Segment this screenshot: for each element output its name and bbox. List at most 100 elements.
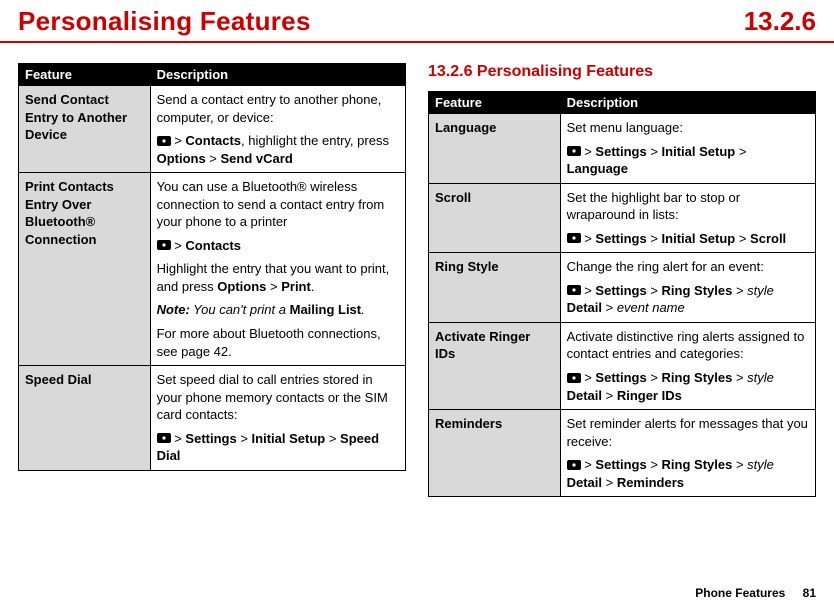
gt: >: [266, 279, 281, 294]
feature-name: Activate Ringer IDs: [429, 322, 561, 409]
menu-path: > Settings > Initial Setup > Speed Dial: [157, 430, 399, 465]
menu-item: Send vCard: [221, 151, 293, 166]
center-key-icon: [157, 433, 171, 443]
feature-name: Send Contact Entry to Another Device: [19, 86, 151, 173]
gt: >: [732, 370, 747, 385]
th-feature: Feature: [19, 64, 151, 86]
menu-item: Options: [157, 151, 206, 166]
center-key-icon: [157, 136, 171, 146]
desc-text: Activate distinctive ring alerts assigne…: [567, 328, 809, 363]
feature-desc: Set reminder alerts for messages that yo…: [560, 410, 815, 497]
menu-path: > Contacts: [157, 237, 399, 255]
right-column: 13.2.6 Personalising Features Feature De…: [428, 63, 816, 497]
gt: >: [647, 283, 662, 298]
content-columns: Feature Description Send Contact Entry t…: [0, 43, 834, 497]
left-feature-table: Feature Description Send Contact Entry t…: [18, 63, 406, 471]
table-row: Ring Style Change the ring alert for an …: [429, 253, 816, 323]
feature-name: Scroll: [429, 183, 561, 253]
menu-path: > Settings > Initial Setup > Scroll: [567, 230, 809, 248]
desc-text: , highlight the entry, press: [241, 133, 389, 148]
table-row: Speed Dial Set speed dial to call entrie…: [19, 366, 406, 471]
th-description: Description: [560, 92, 815, 114]
menu-item: Settings: [595, 283, 646, 298]
feature-desc: Change the ring alert for an event: > Se…: [560, 253, 815, 323]
center-key-icon: [157, 240, 171, 250]
section-heading: 13.2.6 Personalising Features: [428, 63, 816, 81]
gt: >: [206, 151, 221, 166]
menu-item: Initial Setup: [252, 431, 326, 446]
note-label: Note:: [157, 302, 190, 317]
gt: >: [174, 238, 185, 253]
feature-name: Reminders: [429, 410, 561, 497]
gt: >: [584, 457, 595, 472]
event-placeholder: event name: [617, 300, 685, 315]
menu-item: Language: [567, 161, 628, 176]
menu-item: Initial Setup: [662, 144, 736, 159]
note-text: You can't print a: [190, 302, 290, 317]
menu-item: Ring Styles: [662, 370, 733, 385]
page-header: Personalising Features 13.2.6: [0, 0, 834, 43]
th-description: Description: [150, 64, 405, 86]
gt: >: [325, 431, 340, 446]
menu-path: > Settings > Ring Styles > style Detail …: [567, 282, 809, 317]
menu-path: > Settings > Ring Styles > style Detail …: [567, 456, 809, 491]
gt: >: [584, 144, 595, 159]
gt: >: [647, 457, 662, 472]
desc-text: Change the ring alert for an event:: [567, 258, 809, 276]
gt: >: [735, 144, 746, 159]
desc-text: Set the highlight bar to stop or wraparo…: [567, 189, 809, 224]
center-key-icon: [567, 373, 581, 383]
desc-text: Send a contact entry to another phone, c…: [157, 91, 399, 126]
style-placeholder: style: [747, 283, 774, 298]
menu-item: Ring Styles: [662, 283, 733, 298]
style-placeholder: style: [747, 370, 774, 385]
gt: >: [584, 231, 595, 246]
th-feature: Feature: [429, 92, 561, 114]
table-row: Print Contacts Entry Over Bluetooth® Con…: [19, 173, 406, 366]
menu-item: Settings: [185, 431, 236, 446]
gt: >: [237, 431, 252, 446]
table-row: Activate Ringer IDs Activate distinctive…: [429, 322, 816, 409]
menu-path: > Contacts, highlight the entry, press O…: [157, 132, 399, 167]
center-key-icon: [567, 146, 581, 156]
page-number: 81: [803, 586, 816, 600]
desc-text: For more about Bluetooth connections, se…: [157, 325, 399, 360]
menu-path: > Settings > Initial Setup > Language: [567, 143, 809, 178]
menu-item: Detail: [567, 388, 602, 403]
menu-item: Detail: [567, 300, 602, 315]
menu-item: Settings: [595, 457, 646, 472]
desc-text: Set speed dial to call entries stored in…: [157, 371, 399, 424]
menu-item: Scroll: [750, 231, 786, 246]
footer-label: Phone Features: [695, 586, 785, 600]
menu-item: Settings: [595, 144, 646, 159]
feature-name: Print Contacts Entry Over Bluetooth® Con…: [19, 173, 151, 366]
menu-item: Reminders: [617, 475, 684, 490]
feature-name: Ring Style: [429, 253, 561, 323]
feature-desc: Activate distinctive ring alerts assigne…: [560, 322, 815, 409]
table-row: Send Contact Entry to Another Device Sen…: [19, 86, 406, 173]
desc-text: You can use a Bluetooth® wireless connec…: [157, 178, 399, 231]
menu-item: Mailing List: [290, 302, 362, 317]
table-row: Reminders Set reminder alerts for messag…: [429, 410, 816, 497]
feature-name: Speed Dial: [19, 366, 151, 471]
note: Note: You can't print a Mailing List.: [157, 301, 399, 319]
gt: >: [602, 475, 617, 490]
menu-item: Print: [281, 279, 311, 294]
center-key-icon: [567, 233, 581, 243]
desc-text: Set reminder alerts for messages that yo…: [567, 415, 809, 450]
page-title: Personalising Features: [18, 6, 311, 37]
menu-item: Initial Setup: [662, 231, 736, 246]
desc-text: Highlight the entry that you want to pri…: [157, 260, 399, 295]
center-key-icon: [567, 285, 581, 295]
gt: >: [735, 231, 750, 246]
gt: >: [647, 370, 662, 385]
section-number: 13.2.6: [744, 6, 816, 37]
table-row: Language Set menu language: > Settings >…: [429, 114, 816, 184]
feature-desc: Set menu language: > Settings > Initial …: [560, 114, 815, 184]
feature-desc: Set the highlight bar to stop or wraparo…: [560, 183, 815, 253]
gt: >: [174, 431, 185, 446]
right-feature-table: Feature Description Language Set menu la…: [428, 91, 816, 497]
feature-desc: You can use a Bluetooth® wireless connec…: [150, 173, 405, 366]
menu-item: Ring Styles: [662, 457, 733, 472]
gt: >: [602, 388, 617, 403]
